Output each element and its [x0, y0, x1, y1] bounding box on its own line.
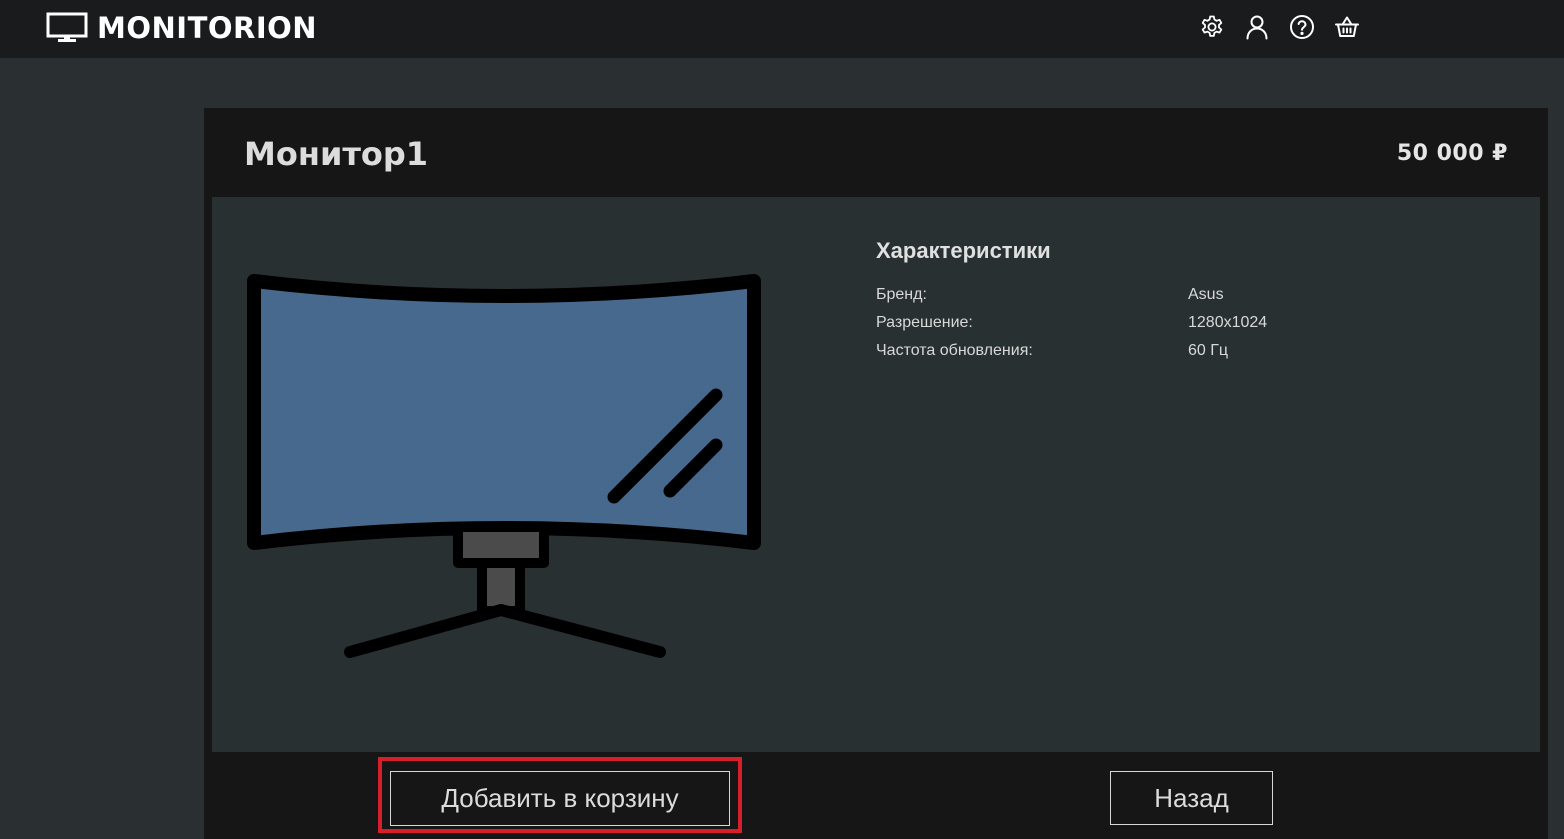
product-details-panel: Характеристики Бренд: Asus Разрешение: 1… — [212, 197, 1540, 752]
header-icons — [1198, 13, 1378, 41]
settings-icon[interactable] — [1198, 13, 1226, 41]
spec-label: Частота обновления: — [876, 342, 1033, 359]
monitor-icon — [46, 12, 88, 42]
spec-label: Бренд: — [876, 286, 927, 303]
site-logo[interactable]: MONITORION — [46, 12, 317, 44]
spec-value: Asus — [1188, 286, 1224, 303]
specifications: Характеристики Бренд: Asus Разрешение: 1… — [876, 237, 1496, 365]
basket-icon[interactable] — [1333, 13, 1361, 41]
spec-row-brand: Бренд: Asus — [876, 281, 1496, 309]
specs-title: Характеристики — [876, 238, 1051, 263]
spec-value: 60 Гц — [1188, 342, 1229, 359]
curved-monitor-illustration — [247, 274, 761, 658]
help-icon[interactable] — [1288, 13, 1316, 41]
brand-name: MONITORION — [97, 11, 318, 45]
product-price: 50 000 ₽ — [1396, 141, 1508, 166]
product-title: Монитор1 — [244, 135, 429, 173]
spec-label: Разрешение: — [876, 314, 973, 331]
user-icon[interactable] — [1243, 13, 1271, 41]
spec-value: 1280x1024 — [1188, 314, 1268, 331]
spec-row-refresh-rate: Частота обновления: 60 Гц — [876, 337, 1496, 365]
spec-row-resolution: Разрешение: 1280x1024 — [876, 309, 1496, 337]
top-navigation-bar: MONITORION — [0, 0, 1564, 58]
back-button[interactable]: Назад — [1110, 771, 1273, 825]
product-card: Монитор1 50 000 ₽ Характеристики Бренд: … — [204, 108, 1548, 839]
add-to-cart-button[interactable]: Добавить в корзину — [390, 771, 730, 826]
